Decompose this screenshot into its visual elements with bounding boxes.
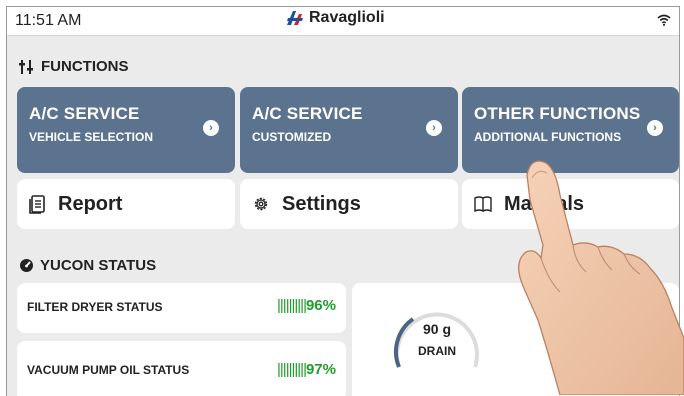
ac-service-customized-button[interactable]: A/C SERVICE CUSTOMIZED › bbox=[240, 87, 458, 173]
manuals-button[interactable]: Manuals bbox=[462, 179, 679, 229]
drain-gauge-label: DRAIN bbox=[418, 344, 456, 358]
report-button[interactable]: Report bbox=[17, 179, 235, 229]
filter-dryer-value: ||||||||||96% bbox=[277, 297, 336, 314]
brand-logo: Ravaglioli bbox=[285, 9, 385, 27]
functions-icon bbox=[19, 59, 33, 74]
vacuum-pump-value: ||||||||||97% bbox=[277, 361, 336, 378]
settings-label: Settings bbox=[282, 192, 361, 215]
clock: 11:51 AM bbox=[15, 12, 82, 29]
wifi-icon bbox=[657, 14, 671, 26]
status-header: YUCON STATUS bbox=[19, 257, 156, 274]
filter-dryer-percent: 96% bbox=[305, 297, 336, 314]
drain-gauge-value: 90 g bbox=[422, 321, 451, 337]
filter-dryer-status-card: FILTER DRYER STATUS ||||||||||96% bbox=[17, 283, 346, 333]
second-gauge bbox=[555, 346, 565, 378]
tile-title: A/C SERVICE bbox=[29, 104, 140, 123]
book-icon bbox=[474, 196, 492, 212]
report-label: Report bbox=[58, 192, 123, 215]
brand-name: Ravaglioli bbox=[309, 9, 385, 26]
device-screen: 11:51 AM Ravaglioli FUNCTIONS A/C SERVIC… bbox=[6, 6, 680, 396]
gear-icon bbox=[254, 197, 268, 211]
functions-header: FUNCTIONS bbox=[19, 58, 129, 75]
chevron-right-icon: › bbox=[426, 120, 442, 136]
vacuum-pump-oil-status-card: VACUUM PUMP OIL STATUS ||||||||||97% bbox=[17, 341, 346, 396]
settings-button[interactable]: Settings bbox=[240, 179, 458, 229]
tile-title: A/C SERVICE bbox=[252, 104, 363, 123]
level-bars: |||||||||| bbox=[277, 297, 307, 314]
functions-title: FUNCTIONS bbox=[41, 58, 129, 75]
ravaglioli-logo-icon bbox=[287, 11, 303, 25]
drain-gauge bbox=[393, 312, 479, 368]
vacuum-pump-percent: 97% bbox=[305, 361, 336, 378]
ac-service-vehicle-selection-button[interactable]: A/C SERVICE VEHICLE SELECTION › bbox=[17, 87, 235, 173]
manuals-label: Manuals bbox=[504, 192, 585, 215]
gauge-icon bbox=[20, 259, 33, 272]
vacuum-pump-label: VACUUM PUMP OIL STATUS bbox=[27, 363, 190, 377]
other-functions-button[interactable]: OTHER FUNCTIONS ADDITIONAL FUNCTIONS › bbox=[462, 87, 679, 173]
chevron-right-icon: › bbox=[647, 120, 663, 136]
level-bars: |||||||||| bbox=[277, 361, 307, 378]
status-title: YUCON STATUS bbox=[40, 257, 157, 274]
chevron-right-icon: › bbox=[203, 120, 219, 136]
report-icon bbox=[29, 194, 45, 214]
filter-dryer-label: FILTER DRYER STATUS bbox=[27, 300, 163, 314]
tile-title: OTHER FUNCTIONS bbox=[474, 104, 641, 123]
status-bar: 11:51 AM Ravaglioli bbox=[7, 7, 679, 36]
